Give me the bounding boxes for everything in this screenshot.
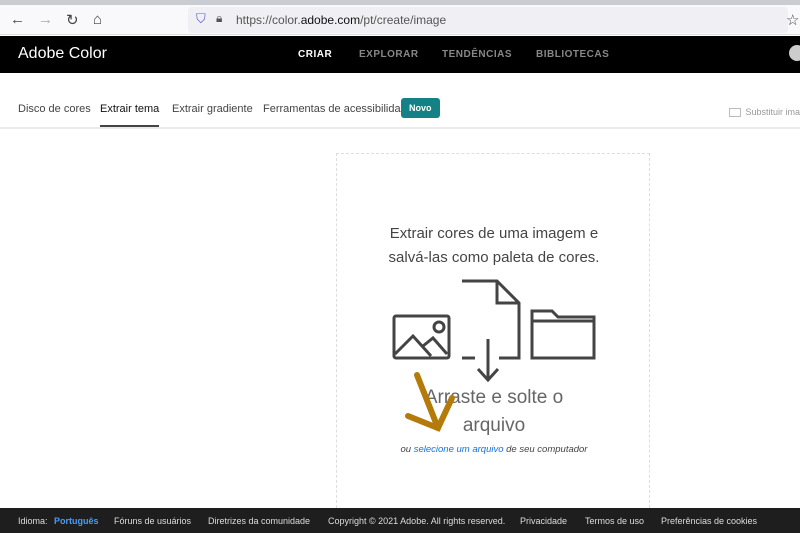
tab-disco-de-cores[interactable]: Disco de cores — [18, 103, 91, 115]
bookmark-star-icon[interactable]: ☆ — [786, 11, 799, 29]
forums-link[interactable]: Fóruns de usuários — [114, 516, 191, 526]
nav-explorar[interactable]: EXPLORAR — [359, 49, 419, 60]
home-icon[interactable]: ⌂ — [93, 11, 102, 28]
app-header: Adobe Color CRIAR EXPLORAR TENDÊNCIAS BI… — [0, 36, 800, 73]
privacy-link[interactable]: Privacidade — [520, 516, 567, 526]
url-domain: adobe.com — [300, 13, 361, 27]
folder-icon — [530, 309, 596, 360]
terms-link[interactable]: Termos de uso — [585, 516, 644, 526]
drop-zone[interactable]: Extrair cores de uma imagem e salvá-las c… — [336, 153, 650, 513]
guidelines-link[interactable]: Diretrizes da comunidade — [208, 516, 310, 526]
address-bar[interactable]: ⛉ 🔒︎ https://color.adobe.com/pt/create/i… — [188, 7, 788, 33]
browser-toolbar: ← → ↻ ⌂ ⛉ 🔒︎ https://color.adobe.com/pt/… — [0, 5, 800, 35]
heading-line-2: salvá-las como paleta de cores. — [388, 249, 600, 266]
drop-heading: Extrair cores de uma imagem e salvá-las c… — [337, 222, 651, 270]
tab-bar: Disco de cores Extrair tema Extrair grad… — [0, 98, 800, 129]
forward-icon[interactable]: → — [38, 11, 53, 28]
account-icon[interactable] — [789, 45, 800, 61]
nav-criar[interactable]: CRIAR — [298, 49, 332, 60]
cookies-link[interactable]: Preferências de cookies — [661, 516, 757, 526]
language-selector[interactable]: Português — [54, 516, 99, 526]
select-file-link[interactable]: selecione um arquivo — [414, 444, 504, 455]
nav-bibliotecas[interactable]: BIBLIOTECAS — [536, 49, 609, 60]
logo[interactable]: Adobe Color — [18, 45, 107, 63]
drag-line-1: Arraste e solte o — [424, 387, 564, 408]
shield-icon: ⛉ — [196, 11, 206, 26]
document-download-icon — [462, 279, 521, 383]
picture-icon — [392, 314, 451, 360]
suffix-text: de seu computador — [506, 444, 588, 455]
heading-line-1: Extrair cores de uma imagem e — [389, 225, 599, 242]
copyright: Copyright © 2021 Adobe. All rights reser… — [328, 516, 506, 526]
tab-ferramentas-acessibilidade[interactable]: Ferramentas de acessibilidade — [263, 103, 413, 115]
url-prefix: https://color. — [236, 13, 301, 27]
annotation-arrow-icon — [405, 372, 455, 432]
lock-icon: 🔒︎ — [216, 11, 223, 25]
select-file-text: ou selecione um arquivo de seu computado… — [337, 444, 651, 455]
nav-tendencias[interactable]: TENDÊNCIAS — [442, 49, 512, 60]
reload-icon[interactable]: ↻ — [66, 11, 79, 29]
or-text: ou — [400, 444, 412, 455]
tab-extrair-gradiente[interactable]: Extrair gradiente — [172, 103, 253, 115]
image-icon — [729, 108, 742, 118]
language-label: Idioma: — [18, 516, 48, 526]
tab-extrair-tema[interactable]: Extrair tema — [100, 103, 160, 127]
replace-image-label: Substituir ima — [745, 107, 800, 117]
back-icon[interactable]: ← — [10, 11, 25, 28]
footer: Idioma: Português Fóruns de usuários Dir… — [0, 508, 800, 533]
drag-drop-text: Arraste e solte o arquivo — [337, 384, 651, 440]
url-path: /pt/create/image — [360, 13, 447, 27]
new-badge: Novo — [401, 98, 440, 118]
replace-image-button[interactable]: Substituir ima — [729, 107, 800, 118]
drag-line-2: arquivo — [462, 415, 526, 436]
